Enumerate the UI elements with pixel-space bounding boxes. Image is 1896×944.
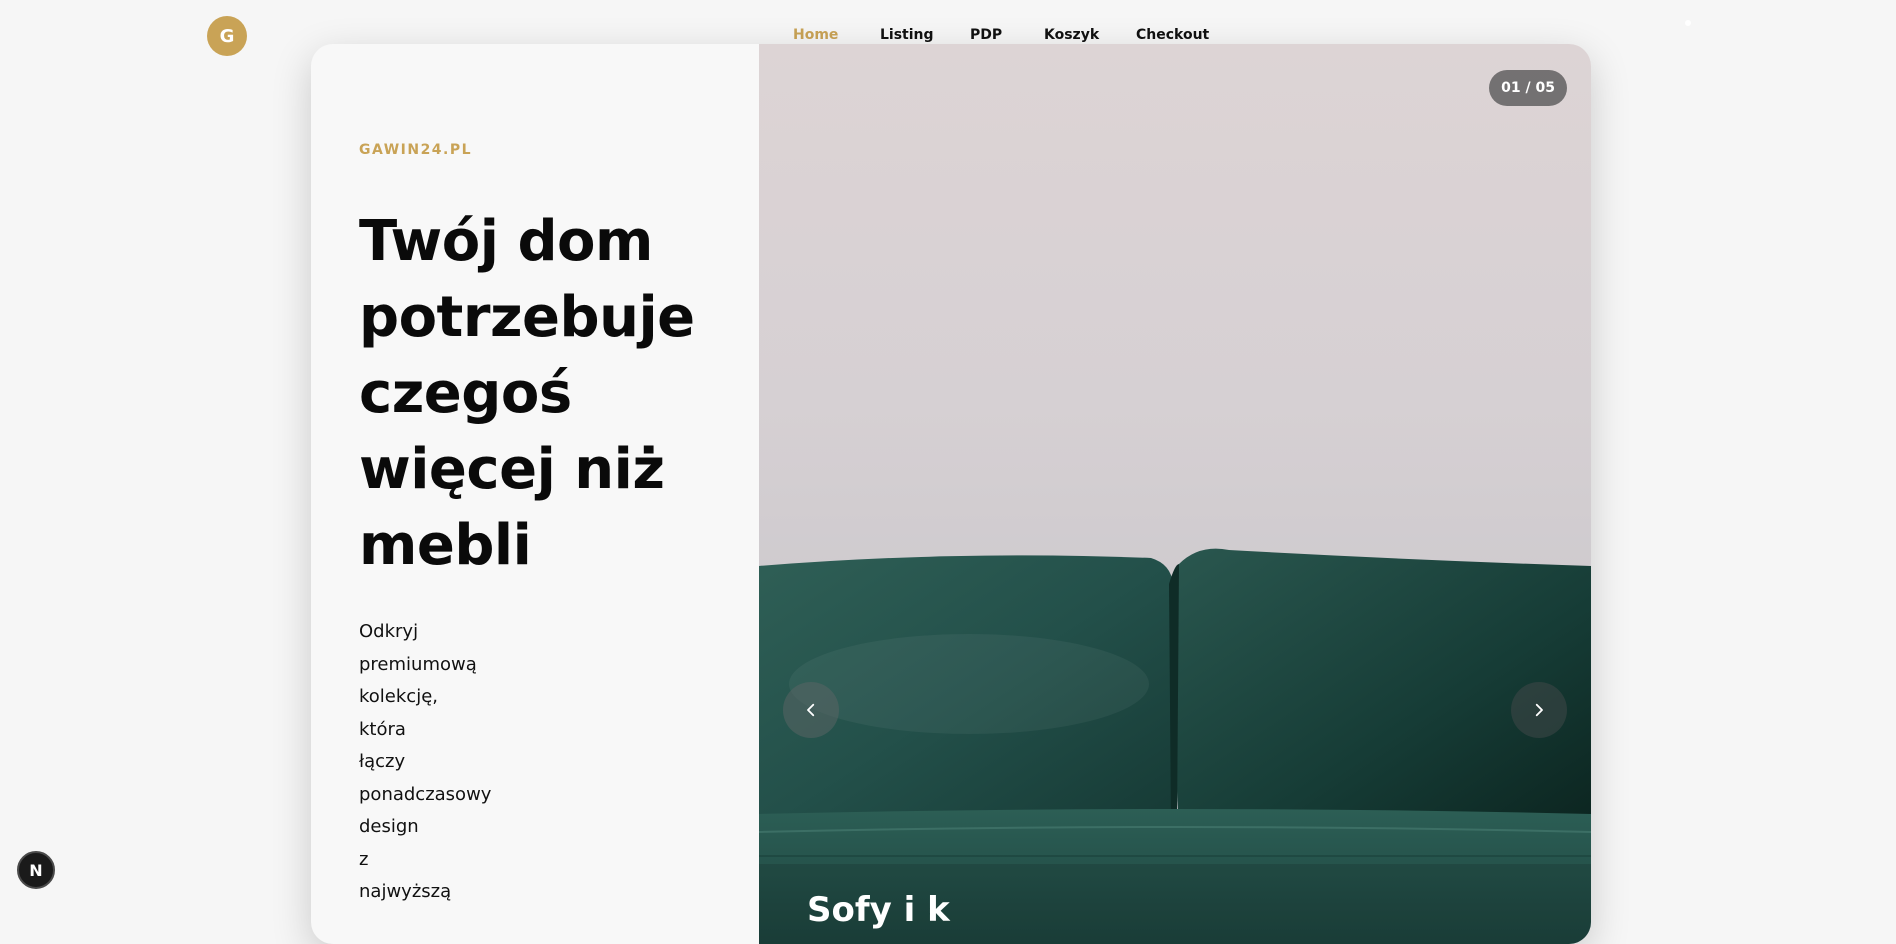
description-line: premiumową — [359, 653, 477, 675]
dev-badge-letter: N — [29, 860, 43, 880]
brand-label: GAWIN24.PL — [359, 142, 473, 158]
slider-prev-button[interactable] — [783, 682, 839, 738]
description-line: łączy — [359, 751, 406, 772]
description-line: design — [359, 816, 419, 837]
description-line: z — [359, 848, 369, 870]
description-line: najwyższą — [359, 881, 452, 902]
chevron-left-icon — [807, 703, 815, 717]
description-line: kolekcję, — [359, 686, 438, 707]
hero-description: Odkryj premiumową kolekcję, która łączy … — [359, 616, 499, 909]
nav-koszyk[interactable]: Koszyk — [1044, 27, 1099, 43]
nav-checkout[interactable]: Checkout — [1136, 27, 1209, 43]
nav-pdp[interactable]: PDP — [970, 27, 1002, 43]
hero-text-panel: GAWIN24.PL Twój dom potrzebuje czegoś wi… — [311, 44, 759, 944]
description-line: Odkryj — [359, 621, 419, 642]
slider-next-button[interactable] — [1511, 682, 1567, 738]
hero-headline: Twój dom potrzebuje czegoś więcej niż me… — [359, 209, 695, 578]
sofa-image — [759, 548, 1591, 944]
description-line: ponadczasowy — [359, 783, 492, 805]
hero-slider[interactable]: 01 / 05 Sofy i k — [759, 44, 1591, 944]
chevron-right-icon — [1535, 703, 1543, 717]
dev-tools-badge[interactable]: N — [17, 851, 55, 889]
hero-card: GAWIN24.PL Twój dom potrzebuje czegoś wi… — [311, 44, 1591, 944]
nav-home[interactable]: Home — [793, 27, 838, 43]
description-line: która — [359, 718, 406, 740]
slide-counter: 01 / 05 — [1489, 70, 1567, 106]
cart-indicator-icon[interactable] — [1685, 20, 1691, 26]
slide-title: Sofy i k — [807, 890, 950, 930]
nav-listing[interactable]: Listing — [880, 27, 934, 43]
